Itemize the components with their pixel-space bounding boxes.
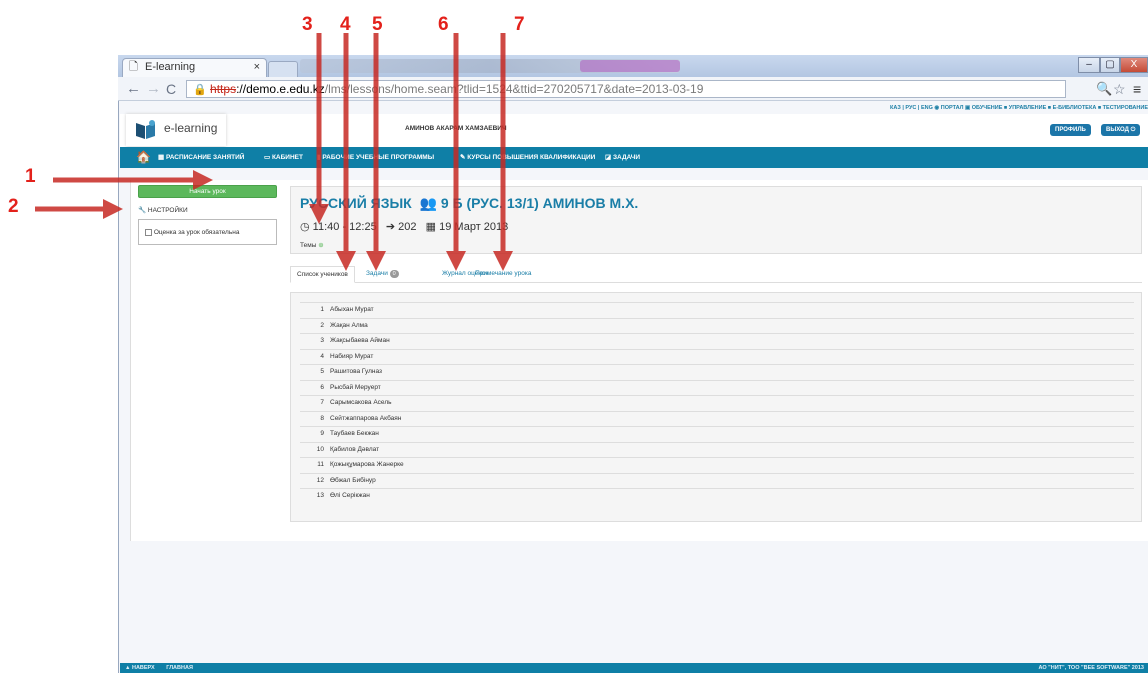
annotated-screenshot: { "browser": { "tab_title": "E-learning"…: [0, 0, 1148, 673]
annotation-arrows: [35, 33, 513, 271]
annotation-2: 2: [8, 196, 19, 217]
annotation-4: 4: [340, 14, 351, 35]
annotation-6: 6: [438, 14, 449, 35]
annotation-1: 1: [25, 166, 36, 187]
annotation-3: 3: [302, 14, 313, 35]
annotation-5: 5: [372, 14, 383, 35]
annotation-7: 7: [514, 14, 525, 35]
